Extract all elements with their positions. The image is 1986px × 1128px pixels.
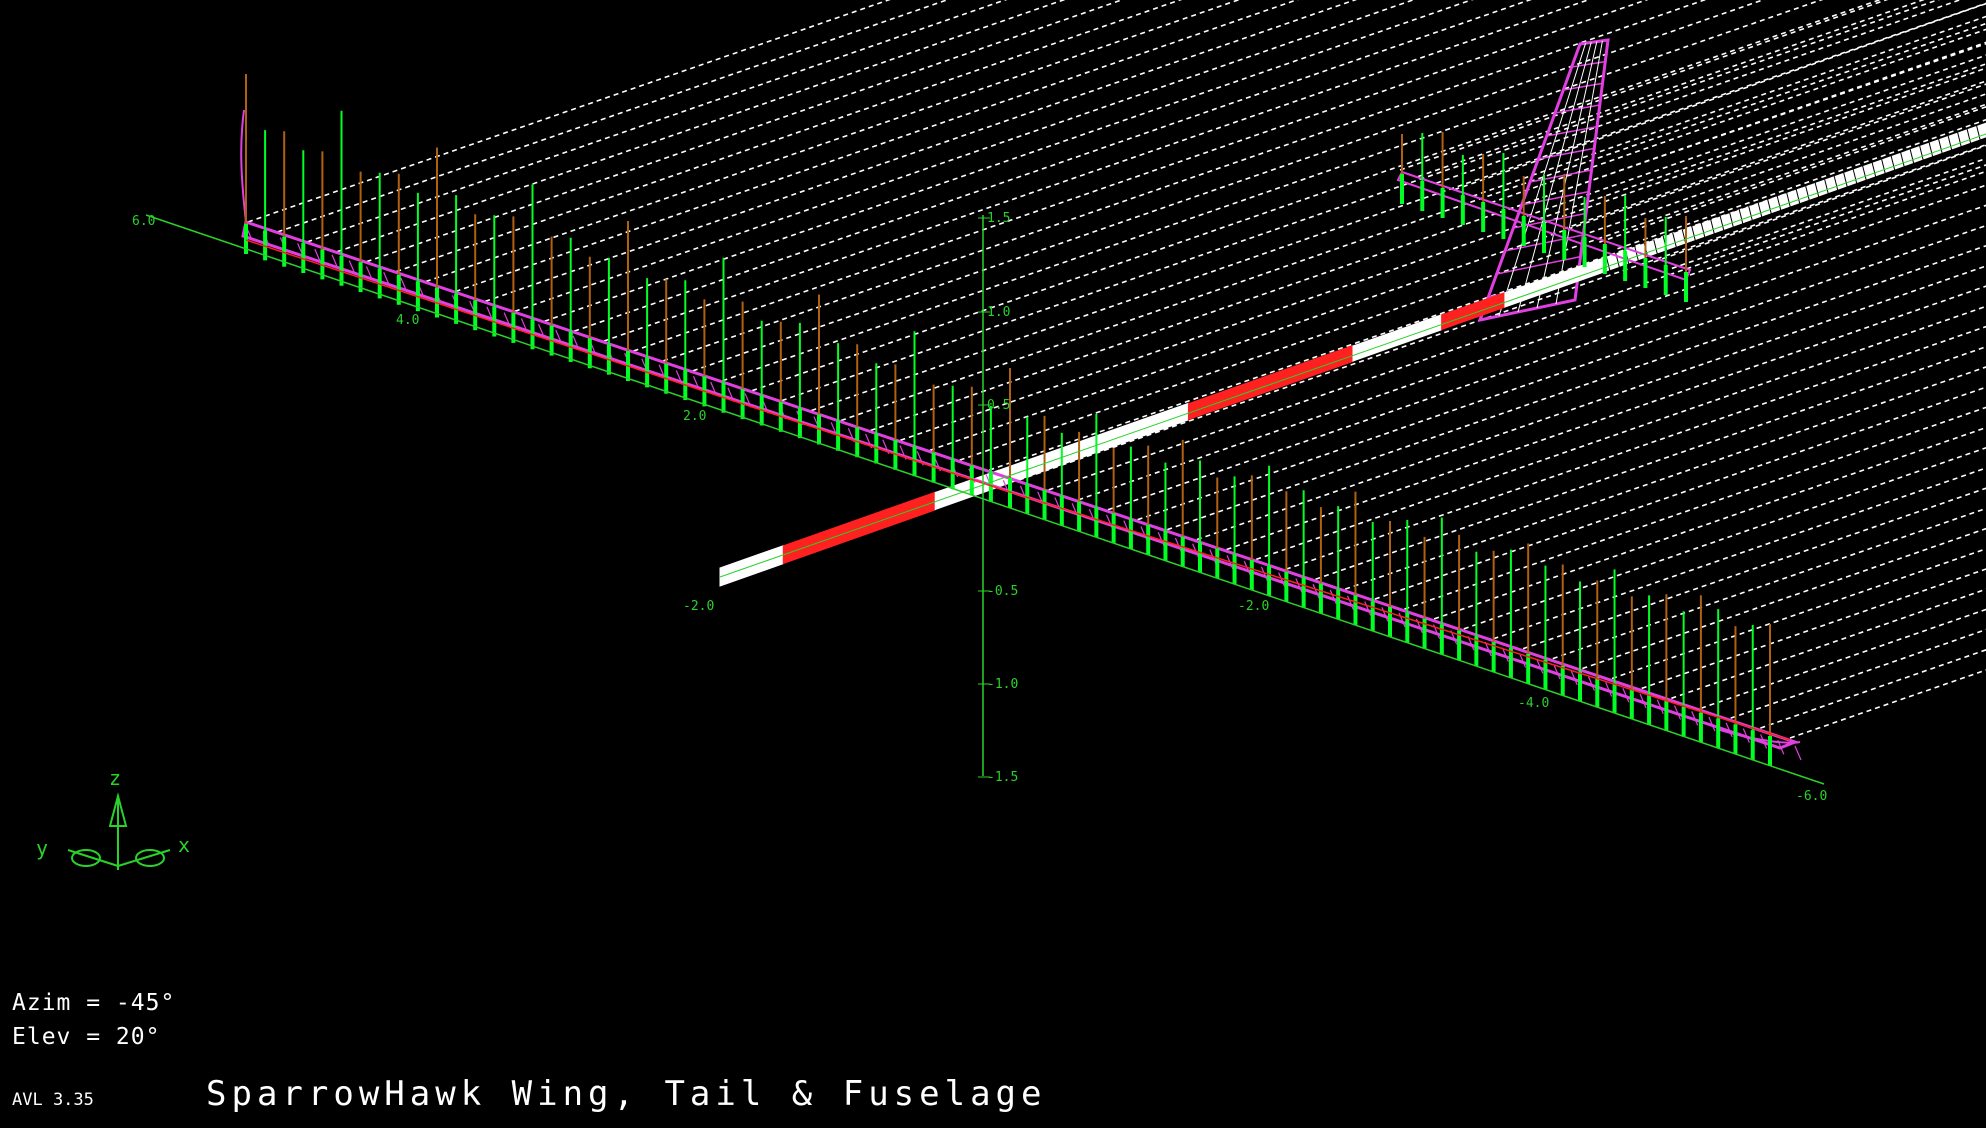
z-axis-tick-label: -0.5 — [987, 584, 1018, 599]
z-axis-tick-label: 0.5 — [987, 398, 1010, 413]
y-axis-tick-label: -6.0 — [1796, 789, 1827, 804]
y-axis-tick-label: 4.0 — [396, 313, 419, 328]
fuselage-segment — [1605, 122, 1986, 272]
tail-wake-streak — [1562, 80, 1986, 230]
wake-streak — [692, 0, 1765, 372]
tail-wake-streak — [1544, 67, 1986, 224]
avl-geometry-view[interactable]: 6.0 4.0 2.0 -2.0 -4.0 -6.0 -2.0 1.5 1.0 0.5 -0.5 -1… — [0, 0, 1986, 1128]
axis-triad-icon: z y x — [36, 766, 190, 870]
wake-streak — [366, 0, 1124, 263]
wake-streak — [1552, 507, 1986, 660]
wake-streak — [1078, 184, 1986, 501]
wing-panel-line — [1794, 745, 1802, 761]
y-axis-tick-label: 6.0 — [132, 214, 155, 229]
z-axis-tick-label: 1.5 — [987, 211, 1010, 226]
triad-x-axis — [117, 849, 171, 867]
vtail-panel-line — [1571, 60, 1606, 68]
wake-streak — [1018, 143, 1986, 481]
wake-streak — [484, 0, 1358, 303]
wake-streak — [870, 42, 1986, 432]
fuselage-body — [719, 122, 1986, 587]
azimuth-readout: Azim = -45° — [12, 990, 176, 1016]
z-axis-tick-label: 1.0 — [987, 305, 1010, 320]
wake-streak — [514, 0, 1416, 313]
wake-streak — [544, 0, 1474, 322]
triad-y-label: y — [36, 836, 48, 860]
main-wing-panels — [240, 109, 1802, 761]
app-version: AVL 3.35 — [12, 1090, 94, 1110]
z-axis-tick-label: -1.0 — [987, 677, 1018, 692]
trailing-wake-lines — [247, 0, 1986, 739]
x-axis-tick-label: -2.0 — [683, 599, 714, 614]
y-axis-tick-label: 2.0 — [683, 409, 706, 424]
wake-streak — [396, 0, 1183, 273]
wake-streak — [1730, 628, 1986, 719]
z-axis-tick-label: -1.5 — [987, 770, 1018, 785]
wake-streak — [1700, 608, 1986, 709]
wake-streak — [1463, 446, 1986, 630]
y-axis-tick-label: -2.0 — [1238, 599, 1269, 614]
wake-streak — [929, 83, 1986, 451]
wake-streak — [1315, 345, 1986, 580]
y-axis-tick-label: -4.0 — [1518, 696, 1549, 711]
wake-streak — [1285, 325, 1986, 571]
wing-panel-line — [1295, 578, 1303, 593]
wake-streak — [455, 0, 1299, 293]
fuselage-segment — [1441, 291, 1506, 331]
wake-streak — [662, 0, 1707, 362]
wing-panel-line — [1123, 520, 1131, 535]
wake-streak — [1760, 649, 1986, 729]
wake-streak — [959, 103, 1986, 461]
wake-streak — [1196, 265, 1986, 541]
triad-z-label: z — [109, 766, 121, 790]
vtail-panel-line — [1529, 169, 1592, 183]
vtail-panel-line — [1554, 104, 1600, 114]
fuselage-segment — [1187, 344, 1354, 421]
vtail-panel-line — [1546, 125, 1598, 137]
triad-x-ring — [135, 849, 165, 867]
triad-x-label: x — [178, 833, 190, 857]
wake-streak — [989, 123, 1986, 471]
wake-streak — [573, 0, 1532, 332]
wake-streak — [900, 63, 1986, 442]
configuration-title: SparrowHawk Wing, Tail & Fuselage — [206, 1074, 1047, 1114]
vtail-panel-line — [1563, 82, 1603, 91]
elevation-readout: Elev = 20° — [12, 1024, 161, 1050]
